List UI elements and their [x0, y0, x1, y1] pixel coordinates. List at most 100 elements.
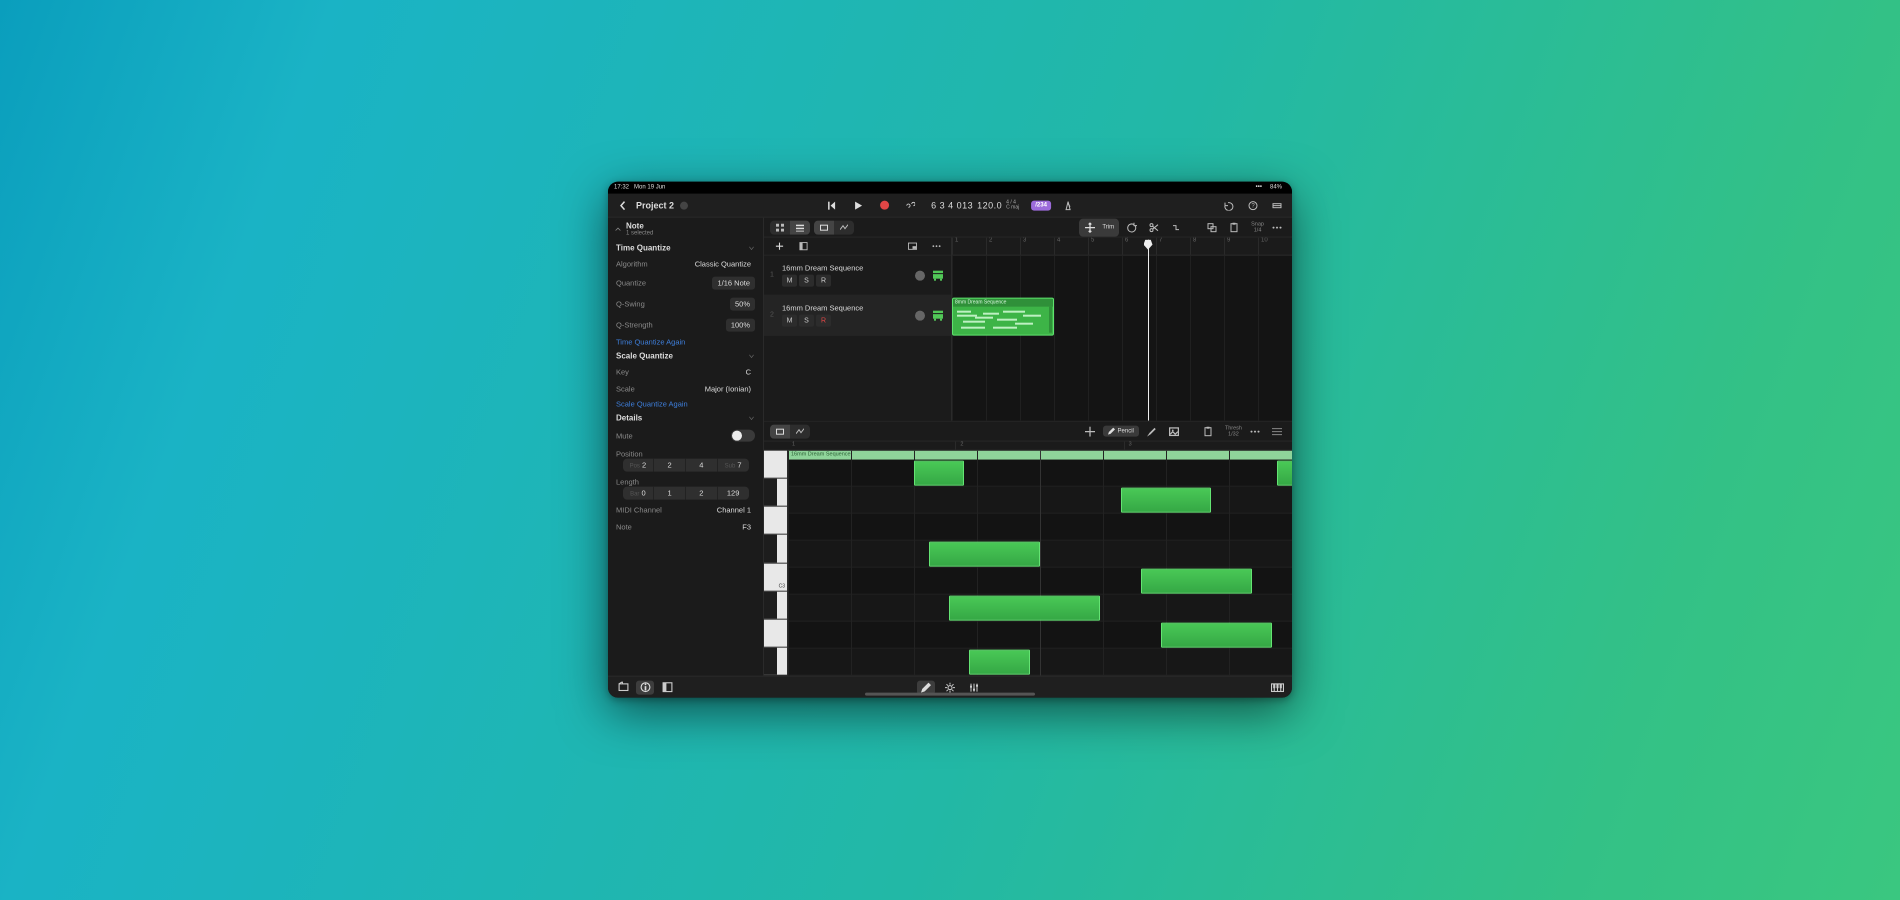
record-enable-button[interactable]: R — [816, 275, 831, 287]
piano-ruler-tick: 3 — [1124, 442, 1292, 450]
thresh-display[interactable]: Thresh 1/32 — [1225, 425, 1242, 437]
metronome-button[interactable] — [1059, 196, 1077, 214]
add-track-button[interactable] — [770, 237, 788, 255]
section-scale-quantize[interactable]: Scale Quantize — [608, 349, 763, 364]
info-button[interactable] — [636, 680, 654, 694]
midi-note[interactable] — [1161, 623, 1272, 648]
row-qswing[interactable]: Q-Swing 50% — [608, 294, 763, 315]
piano-keyboard[interactable]: C3 — [764, 451, 788, 676]
solo-button[interactable]: S — [799, 275, 814, 287]
mute-toggle[interactable] — [731, 430, 755, 442]
toggle-editor-button[interactable] — [1268, 196, 1286, 214]
join-tool-button[interactable] — [1167, 218, 1185, 236]
help-button[interactable]: ? — [1244, 196, 1262, 214]
view-list-button[interactable] — [790, 220, 810, 234]
project-title[interactable]: Project 2 — [636, 200, 674, 210]
piano-ruler[interactable]: 1 2 3 — [764, 442, 1292, 451]
row-midi-channel[interactable]: MIDI Channel Channel 1 — [608, 502, 763, 519]
time-quantize-again-button[interactable]: Time Quantize Again — [608, 336, 763, 349]
snap-display[interactable]: Snap 1/4 — [1251, 221, 1264, 233]
row-qstrength[interactable]: Q-Strength 100% — [608, 315, 763, 336]
volume-knob[interactable] — [915, 270, 925, 280]
midi-note[interactable] — [969, 650, 1029, 675]
beat-badge[interactable]: /234 — [1031, 200, 1051, 210]
undo-button[interactable] — [1220, 196, 1238, 214]
arrange-area[interactable]: 1 2 3 4 5 6 7 8 9 10 — [952, 238, 1292, 421]
play-button[interactable] — [849, 196, 867, 214]
piano-view-segment[interactable] — [770, 424, 810, 438]
view-grid-button[interactable] — [770, 220, 790, 234]
pencil-tool-button[interactable]: Pencil — [1103, 426, 1139, 437]
track-filter-button[interactable] — [794, 237, 812, 255]
midi-note[interactable] — [1277, 461, 1292, 486]
row-scale[interactable]: Scale Major (Ionian) — [608, 381, 763, 398]
piano-more-button[interactable] — [1246, 422, 1264, 440]
position-stepper[interactable]: Pos 2 2 4 Sub 7 — [623, 459, 749, 472]
brush-tool-button[interactable] — [1143, 422, 1161, 440]
track-header-1[interactable]: 1 16mm Dream Sequence M S R — [764, 256, 951, 296]
instrument-icon[interactable] — [931, 308, 945, 322]
region-mode-segment[interactable] — [814, 220, 854, 234]
instrument-icon[interactable] — [931, 268, 945, 282]
library-button[interactable] — [658, 680, 676, 694]
row-algorithm[interactable]: Algorithm Classic Quantize — [608, 256, 763, 273]
back-button[interactable] — [614, 196, 632, 214]
scale-quantize-again-button[interactable]: Scale Quantize Again — [608, 398, 763, 411]
tracks-header-more-button[interactable] — [927, 237, 945, 255]
scissors-tool-button[interactable] — [1145, 218, 1163, 236]
project-options-button[interactable] — [680, 201, 688, 209]
cycle-button[interactable] — [901, 196, 919, 214]
photo-tool-button[interactable] — [1165, 422, 1183, 440]
piano-paste-button[interactable] — [1199, 422, 1217, 440]
midi-note[interactable] — [1121, 488, 1212, 513]
trim-tool-segment[interactable]: Trim — [1079, 218, 1119, 236]
piano-automation-view-button[interactable] — [790, 424, 810, 438]
piano-menu-button[interactable] — [1268, 422, 1286, 440]
main-area: Note 1 selected Time Quantize Algorithm … — [608, 218, 1292, 676]
playhead[interactable] — [1148, 240, 1149, 421]
piano-grid[interactable]: 16mm Dream Sequence — [788, 451, 1292, 676]
mute-button[interactable]: M — [782, 315, 797, 327]
region-rect-button[interactable] — [814, 220, 834, 234]
midi-region[interactable]: 8mm Dream Sequence — [952, 298, 1054, 336]
row-length-label: Length — [608, 474, 763, 487]
mute-button[interactable]: M — [782, 275, 797, 287]
piano-body: C3 16mm Dream Sequence — [764, 451, 1292, 676]
arrange-ruler[interactable]: 1 2 3 4 5 6 7 8 9 10 — [952, 238, 1292, 256]
midi-note[interactable] — [914, 461, 964, 486]
piano-move-tool-button[interactable] — [1081, 422, 1099, 440]
lcd-display[interactable]: 6 3 4 013 120.0 4 / 4 C maj — [927, 200, 1023, 210]
length-val-0: 0 — [642, 489, 646, 498]
section-time-quantize[interactable]: Time Quantize — [608, 241, 763, 256]
record-button[interactable] — [875, 196, 893, 214]
track-header-2[interactable]: 2 16mm Dream Sequence M S R — [764, 296, 951, 336]
volume-knob[interactable] — [915, 310, 925, 320]
midi-note[interactable] — [929, 542, 1040, 567]
tracks-more-button[interactable] — [1268, 218, 1286, 236]
length-stepper[interactable]: Bar 0 1 2 129 — [623, 487, 749, 500]
row-quantize[interactable]: Quantize 1/16 Note — [608, 273, 763, 294]
picture-in-picture-button[interactable] — [903, 237, 921, 255]
region-title: 8mm Dream Sequence — [953, 299, 1053, 307]
midi-note[interactable] — [949, 596, 1100, 621]
view-mode-segment[interactable] — [770, 220, 810, 234]
collapse-up-icon[interactable] — [614, 225, 622, 233]
midi-note[interactable] — [1141, 569, 1252, 594]
row-key[interactable]: Key C — [608, 364, 763, 381]
loop-tool-button[interactable] — [1123, 218, 1141, 236]
label-position: Position — [616, 450, 643, 459]
paste-tool-button[interactable] — [1225, 218, 1243, 236]
row-note[interactable]: Note F3 — [608, 519, 763, 536]
section-details[interactable]: Details — [608, 411, 763, 426]
nav-right: ? — [1220, 196, 1286, 214]
piano-rect-view-button[interactable] — [770, 424, 790, 438]
copy-tool-button[interactable] — [1203, 218, 1221, 236]
browser-button[interactable] — [614, 680, 632, 694]
region-resize-handle[interactable] — [1049, 307, 1052, 333]
solo-button[interactable]: S — [799, 315, 814, 327]
region-automation-button[interactable] — [834, 220, 854, 234]
position-val-3: 7 — [737, 461, 741, 470]
go-to-start-button[interactable] — [823, 196, 841, 214]
keyboard-button[interactable] — [1268, 680, 1286, 694]
record-enable-button[interactable]: R — [816, 315, 831, 327]
